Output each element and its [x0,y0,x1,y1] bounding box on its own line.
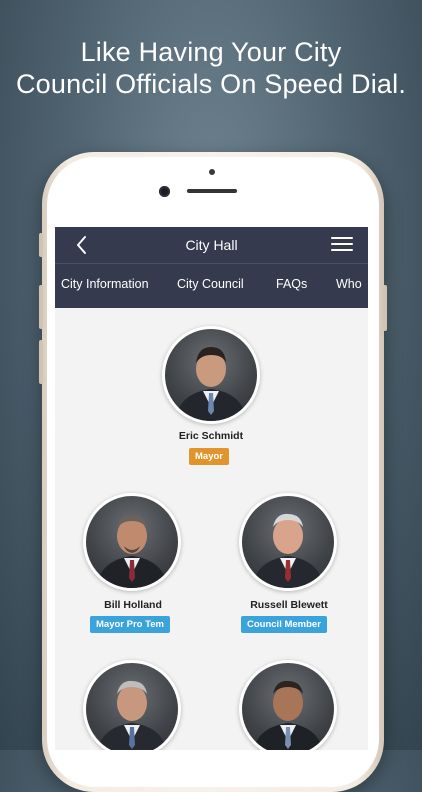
member-photo [86,663,178,750]
role-badge: Mayor Pro Tem [90,616,170,633]
top-navbar: City Hall [55,227,368,264]
promo-line-2: Council Officials On Speed Dial. [15,69,407,99]
chevron-left-icon [77,236,86,254]
hamburger-menu-icon [331,237,353,251]
phone-volume-down [39,340,43,384]
phone-speaker [187,189,237,193]
avatar [239,660,337,750]
tab-who[interactable]: Who [336,264,362,308]
app-screen: City Hall City Information City Council … [55,227,368,750]
member-photo [165,329,257,421]
council-member-card[interactable] [55,648,211,750]
council-member-card[interactable]: Bill Holland Mayor Pro Tem [55,478,211,648]
phone-power-button [383,285,387,331]
avatar [83,493,181,591]
member-photo [242,663,334,750]
role-badge: Council Member [241,616,327,633]
member-name: Eric Schmidt [178,430,244,442]
page-title: City Hall [185,237,238,253]
promo-headline: Like Having Your City Council Officials … [0,36,422,100]
promo-line-1: Like Having Your City [80,37,342,67]
tab-bar: City Information City Council FAQs Who [55,264,368,308]
member-name: Bill Holland [104,599,162,611]
tab-city-information[interactable]: City Information [61,264,149,308]
phone-volume-up [39,285,43,329]
council-list: Eric Schmidt Mayor Bill Holland Mayor Pr… [55,308,368,750]
tab-city-council[interactable]: City Council [177,264,244,308]
avatar [239,493,337,591]
council-member-card[interactable] [211,648,368,750]
member-photo [86,496,178,588]
avatar [83,660,181,750]
member-photo [242,496,334,588]
role-badge: Mayor [189,448,229,465]
phone-mute-switch [39,233,43,257]
council-member-card[interactable]: Eric Schmidt Mayor [55,308,368,478]
phone-sensor [209,169,215,175]
phone-camera [159,186,170,197]
back-button[interactable] [73,233,93,257]
tab-faqs[interactable]: FAQs [276,264,307,308]
menu-button[interactable] [331,237,353,253]
avatar [162,326,260,424]
council-member-card[interactable]: Russell Blewett Council Member [211,478,368,648]
member-name: Russell Blewett [250,599,328,611]
